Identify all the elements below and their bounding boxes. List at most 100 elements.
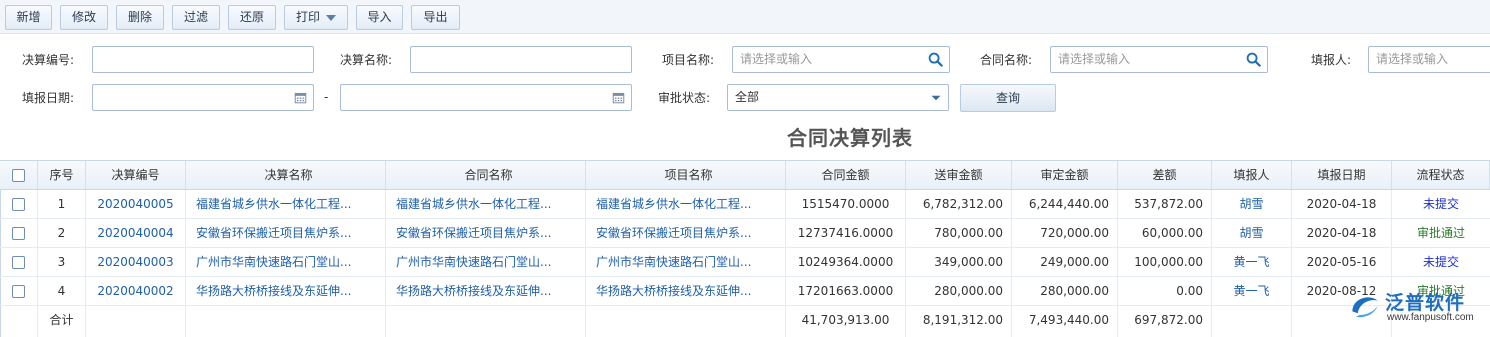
total-approved: 7,493,440.00 bbox=[1012, 306, 1118, 337]
table-header-row: 序号 决算编号 决算名称 合同名称 项目名称 合同金额 送审金额 审定金额 差额… bbox=[0, 160, 1490, 190]
cell-approved: 280,000.00 bbox=[1012, 277, 1118, 305]
table-row[interactable]: 3 2020040003 广州市华南快速路石门堂山... 广州市华南快速路石门堂… bbox=[0, 248, 1490, 277]
select-all-checkbox[interactable] bbox=[12, 169, 25, 182]
row-checkbox-cell[interactable] bbox=[0, 248, 38, 276]
cell-pname-link[interactable]: 华扬路大桥桥接线及东延伸... bbox=[586, 277, 786, 305]
total-amount: 41,703,913.00 bbox=[786, 306, 906, 337]
cell-diff: 0.00 bbox=[1118, 277, 1212, 305]
print-label: 打印 bbox=[295, 10, 320, 24]
cell-date: 2020-04-18 bbox=[1292, 219, 1392, 247]
brand-url: www.fanpusoft.com bbox=[1387, 312, 1474, 323]
export-button[interactable]: 导出 bbox=[411, 5, 460, 30]
search-icon[interactable] bbox=[1246, 52, 1261, 67]
cell-no: 2 bbox=[38, 219, 86, 247]
cell-user-link[interactable]: 黄一飞 bbox=[1212, 277, 1292, 305]
table-row[interactable]: 1 2020040005 福建省城乡供水一体化工程... 福建省城乡供水一体化工… bbox=[0, 190, 1490, 219]
row-checkbox[interactable] bbox=[12, 285, 25, 298]
status-select[interactable]: 全部 bbox=[727, 84, 949, 111]
contract-input[interactable]: 请选择或输入 bbox=[1050, 46, 1268, 73]
project-input[interactable]: 请选择或输入 bbox=[732, 46, 950, 73]
cell-status-link[interactable]: 未提交 bbox=[1392, 248, 1490, 276]
header-user[interactable]: 填报人 bbox=[1212, 161, 1292, 189]
name-input[interactable] bbox=[410, 46, 632, 73]
header-date[interactable]: 填报日期 bbox=[1292, 161, 1392, 189]
contract-placeholder: 请选择或输入 bbox=[1058, 52, 1131, 66]
cell-jname-link[interactable]: 华扬路大桥桥接线及东延伸... bbox=[186, 277, 386, 305]
cell-code-link[interactable]: 2020040004 bbox=[86, 219, 186, 247]
cell-code-link[interactable]: 2020040005 bbox=[86, 190, 186, 218]
header-no[interactable]: 序号 bbox=[38, 161, 86, 189]
row-checkbox[interactable] bbox=[12, 256, 25, 269]
calendar-icon[interactable] bbox=[294, 91, 307, 104]
row-checkbox-cell[interactable] bbox=[0, 190, 38, 218]
cell-user-link[interactable]: 黄一飞 bbox=[1212, 248, 1292, 276]
cell-jname-link[interactable]: 广州市华南快速路石门堂山... bbox=[186, 248, 386, 276]
header-approved[interactable]: 审定金额 bbox=[1012, 161, 1118, 189]
import-button[interactable]: 导入 bbox=[356, 5, 403, 30]
toolbar: 新增 修改 删除 过滤 还原 打印 导入 导出 bbox=[0, 0, 1490, 34]
cell-code-link[interactable]: 2020040002 bbox=[86, 277, 186, 305]
cell-approved: 249,000.00 bbox=[1012, 248, 1118, 276]
status-label: 审批状态: bbox=[658, 91, 711, 105]
cell-pname-link[interactable]: 安徽省环保搬迁项目焦炉系... bbox=[586, 219, 786, 247]
table-row[interactable]: 4 2020040002 华扬路大桥桥接线及东延伸... 华扬路大桥桥接线及东延… bbox=[0, 277, 1490, 306]
restore-button[interactable]: 还原 bbox=[228, 5, 276, 30]
cell-jname-link[interactable]: 福建省城乡供水一体化工程... bbox=[186, 190, 386, 218]
filter-button[interactable]: 过滤 bbox=[172, 5, 220, 30]
cell-user-link[interactable]: 胡雪 bbox=[1212, 190, 1292, 218]
header-diff[interactable]: 差额 bbox=[1118, 161, 1212, 189]
row-checkbox[interactable] bbox=[12, 198, 25, 211]
cell-hname-link[interactable]: 华扬路大桥桥接线及东延伸... bbox=[386, 277, 586, 305]
cell-hname-link[interactable]: 安徽省环保搬迁项目焦炉系... bbox=[386, 219, 586, 247]
cell-send: 6,782,312.00 bbox=[906, 190, 1012, 218]
brand-logo-icon bbox=[1352, 297, 1378, 318]
cell-diff: 100,000.00 bbox=[1118, 248, 1212, 276]
date-end-input[interactable] bbox=[340, 84, 632, 111]
row-checkbox-cell[interactable] bbox=[0, 219, 38, 247]
add-button[interactable]: 新增 bbox=[5, 5, 52, 30]
print-button[interactable]: 打印 bbox=[284, 5, 348, 30]
row-checkbox[interactable] bbox=[12, 227, 25, 240]
cell-amount: 17201663.0000 bbox=[786, 277, 906, 305]
query-button[interactable]: 查询 bbox=[960, 84, 1056, 112]
code-input[interactable] bbox=[92, 46, 314, 73]
cell-pname-link[interactable]: 福建省城乡供水一体化工程... bbox=[586, 190, 786, 218]
cell-hname-link[interactable]: 广州市华南快速路石门堂山... bbox=[386, 248, 586, 276]
reporter-label: 填报人: bbox=[1311, 53, 1352, 67]
cell-user-link[interactable]: 胡雪 bbox=[1212, 219, 1292, 247]
delete-button[interactable]: 删除 bbox=[116, 5, 164, 30]
total-empty-cell bbox=[1212, 306, 1292, 337]
contract-label: 合同名称: bbox=[980, 53, 1033, 67]
cell-diff: 60,000.00 bbox=[1118, 219, 1212, 247]
cell-send: 280,000.00 bbox=[906, 277, 1012, 305]
header-amount[interactable]: 合同金额 bbox=[786, 161, 906, 189]
cell-no: 1 bbox=[38, 190, 86, 218]
cell-code-link[interactable]: 2020040003 bbox=[86, 248, 186, 276]
cell-date: 2020-04-18 bbox=[1292, 190, 1392, 218]
header-status[interactable]: 流程状态 bbox=[1392, 161, 1490, 189]
cell-amount: 10249364.0000 bbox=[786, 248, 906, 276]
header-hname[interactable]: 合同名称 bbox=[386, 161, 586, 189]
total-send: 8,191,312.00 bbox=[906, 306, 1012, 337]
header-code[interactable]: 决算编号 bbox=[86, 161, 186, 189]
chevron-down-icon[interactable] bbox=[930, 92, 942, 104]
table-row[interactable]: 2 2020040004 安徽省环保搬迁项目焦炉系... 安徽省环保搬迁项目焦炉… bbox=[0, 219, 1490, 248]
cell-jname-link[interactable]: 安徽省环保搬迁项目焦炉系... bbox=[186, 219, 386, 247]
chevron-down-icon bbox=[326, 14, 336, 21]
cell-pname-link[interactable]: 广州市华南快速路石门堂山... bbox=[586, 248, 786, 276]
edit-button[interactable]: 修改 bbox=[60, 5, 108, 30]
header-jname[interactable]: 决算名称 bbox=[186, 161, 386, 189]
calendar-icon[interactable] bbox=[612, 91, 625, 104]
select-all-checkbox-cell[interactable] bbox=[0, 161, 38, 189]
reporter-input[interactable]: 请选择或输入 bbox=[1368, 46, 1490, 73]
cell-status-link[interactable]: 审批通过 bbox=[1392, 219, 1490, 247]
row-checkbox-cell[interactable] bbox=[0, 277, 38, 305]
cell-hname-link[interactable]: 福建省城乡供水一体化工程... bbox=[386, 190, 586, 218]
date-label: 填报日期: bbox=[22, 91, 75, 105]
search-icon[interactable] bbox=[928, 52, 943, 67]
header-send[interactable]: 送审金额 bbox=[906, 161, 1012, 189]
cell-status-link[interactable]: 未提交 bbox=[1392, 190, 1490, 218]
header-pname[interactable]: 项目名称 bbox=[586, 161, 786, 189]
date-start-input[interactable] bbox=[92, 84, 314, 111]
code-label: 决算编号: bbox=[22, 53, 75, 67]
